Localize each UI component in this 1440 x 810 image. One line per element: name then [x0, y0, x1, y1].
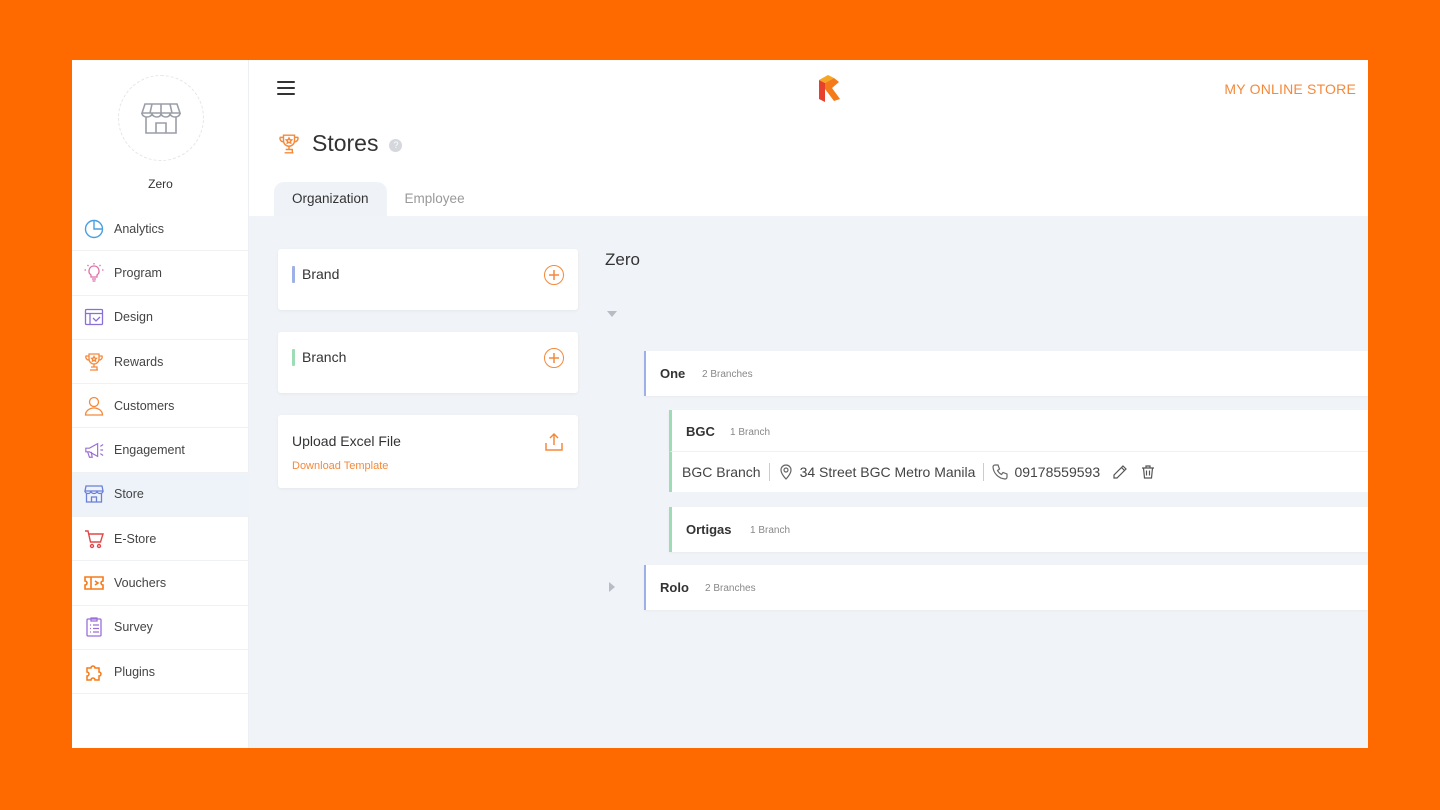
- sidebar: Zero Analytics Program Design Rewards Cu…: [72, 60, 249, 748]
- brand-card: Brand: [278, 249, 578, 310]
- organization-title: Zero: [605, 250, 640, 269]
- sidebar-item-label: Survey: [114, 620, 153, 635]
- brand-name: Rolo: [660, 580, 689, 595]
- clipboard-icon: [84, 617, 104, 637]
- brand-branch-count: 2 Branches: [705, 583, 756, 594]
- add-brand-button[interactable]: [544, 265, 564, 285]
- tab-employee[interactable]: Employee: [387, 182, 483, 216]
- sidebar-item-analytics[interactable]: Analytics: [72, 207, 249, 252]
- branch-count: 1 Branch: [750, 525, 791, 536]
- sidebar-nav: Analytics Program Design Rewards Custome…: [72, 207, 249, 695]
- add-branch-button[interactable]: [544, 348, 564, 368]
- ticket-icon: [84, 573, 104, 593]
- upload-card: Upload Excel File Download Template: [278, 415, 578, 488]
- brand-name: One: [660, 366, 686, 381]
- cart-icon: [84, 529, 104, 549]
- sidebar-item-label: Store: [114, 487, 144, 502]
- sidebar-item-survey[interactable]: Survey: [72, 606, 249, 650]
- plus-icon: [549, 353, 559, 363]
- trophy-icon: [84, 352, 104, 372]
- branch-row-ortigas[interactable]: Ortigas 1 Branch: [669, 507, 1368, 552]
- sidebar-item-label: Rewards: [114, 354, 164, 369]
- sidebar-item-rewards[interactable]: Rewards: [72, 340, 249, 385]
- branch-card: Branch: [278, 332, 578, 393]
- branch-name: BGC: [686, 424, 715, 439]
- app-window: Zero Analytics Program Design Rewards Cu…: [72, 60, 1368, 748]
- sidebar-item-store[interactable]: Store: [72, 472, 249, 518]
- puzzle-icon: [84, 662, 104, 682]
- sidebar-item-engagement[interactable]: Engagement: [72, 428, 249, 473]
- trophy-icon: [279, 133, 299, 154]
- branch-row-bgc[interactable]: BGC 1 Branch: [669, 410, 1368, 451]
- main-content: Brand Branch Upload Excel File Download …: [249, 216, 1368, 748]
- hamburger-icon[interactable]: [277, 81, 295, 97]
- branch-address: 34 Street BGC Metro Manila: [799, 464, 976, 480]
- phone-icon: [992, 464, 1009, 480]
- org-name: Zero: [148, 177, 173, 191]
- branch-card-label: Branch: [292, 349, 347, 366]
- branch-detail-name: BGC Branch: [682, 464, 761, 480]
- sidebar-item-label: Plugins: [114, 664, 155, 679]
- lightbulb-icon: [84, 262, 104, 283]
- branch-label-text: Branch: [302, 349, 347, 365]
- sidebar-item-customers[interactable]: Customers: [72, 384, 249, 429]
- sidebar-item-label: Design: [114, 310, 153, 325]
- user-icon: [84, 396, 104, 416]
- brand-logo-icon: [819, 75, 840, 102]
- brand-card-label: Brand: [292, 266, 340, 283]
- edit-pencil-icon[interactable]: [1112, 464, 1128, 480]
- branch-color-bar: [292, 349, 295, 366]
- caret-right-icon[interactable]: [606, 581, 618, 593]
- divider: [983, 463, 985, 481]
- branch-detail-bgc: BGC Branch 34 Street BGC Metro Manila 09…: [669, 451, 1368, 492]
- sidebar-item-e-store[interactable]: E-Store: [72, 517, 249, 562]
- layout-icon: [84, 307, 104, 327]
- help-icon[interactable]: ?: [389, 138, 403, 152]
- page-title: Stores: [312, 130, 379, 156]
- app-frame: Zero Analytics Program Design Rewards Cu…: [0, 0, 1440, 810]
- sidebar-item-label: Analytics: [114, 221, 165, 236]
- brand-color-bar: [292, 266, 295, 283]
- caret-down-icon[interactable]: [606, 308, 618, 320]
- branch-count: 1 Branch: [730, 427, 771, 438]
- branch-phone: 09178559593: [1014, 464, 1101, 480]
- org-avatar[interactable]: [118, 75, 204, 161]
- download-template-link[interactable]: Download Template: [292, 460, 388, 472]
- location-pin-icon: [778, 464, 794, 480]
- brand-row-one[interactable]: One 2 Branches: [644, 351, 1368, 396]
- plus-icon: [549, 270, 559, 280]
- trash-icon[interactable]: [1140, 464, 1156, 480]
- storefront-icon: [141, 103, 181, 134]
- tab-bar: Organization Employee: [274, 182, 483, 216]
- sidebar-item-program[interactable]: Program: [72, 251, 249, 296]
- store-icon: [84, 484, 104, 504]
- pie-chart-icon: [84, 219, 104, 239]
- my-online-store-link[interactable]: MY ONLINE STORE: [1224, 81, 1356, 97]
- sidebar-item-label: Customers: [114, 398, 175, 413]
- sidebar-item-label: Vouchers: [114, 576, 167, 591]
- sidebar-item-design[interactable]: Design: [72, 296, 249, 340]
- brand-row-rolo[interactable]: Rolo 2 Branches: [644, 565, 1368, 610]
- upload-title: Upload Excel File: [292, 433, 401, 449]
- sidebar-item-plugins[interactable]: Plugins: [72, 650, 249, 695]
- sidebar-item-vouchers[interactable]: Vouchers: [72, 561, 249, 606]
- divider: [768, 463, 770, 481]
- brand-label-text: Brand: [302, 266, 340, 282]
- tab-organization[interactable]: Organization: [274, 182, 387, 216]
- brand-branch-count: 2 Branches: [702, 369, 753, 380]
- sidebar-item-label: E-Store: [114, 531, 157, 546]
- page-header: Stores ?: [278, 130, 403, 157]
- megaphone-icon: [84, 440, 104, 460]
- sidebar-item-label: Program: [114, 265, 162, 280]
- sidebar-item-label: Engagement: [114, 443, 185, 458]
- upload-icon[interactable]: [544, 432, 564, 452]
- branch-name: Ortigas: [686, 522, 732, 537]
